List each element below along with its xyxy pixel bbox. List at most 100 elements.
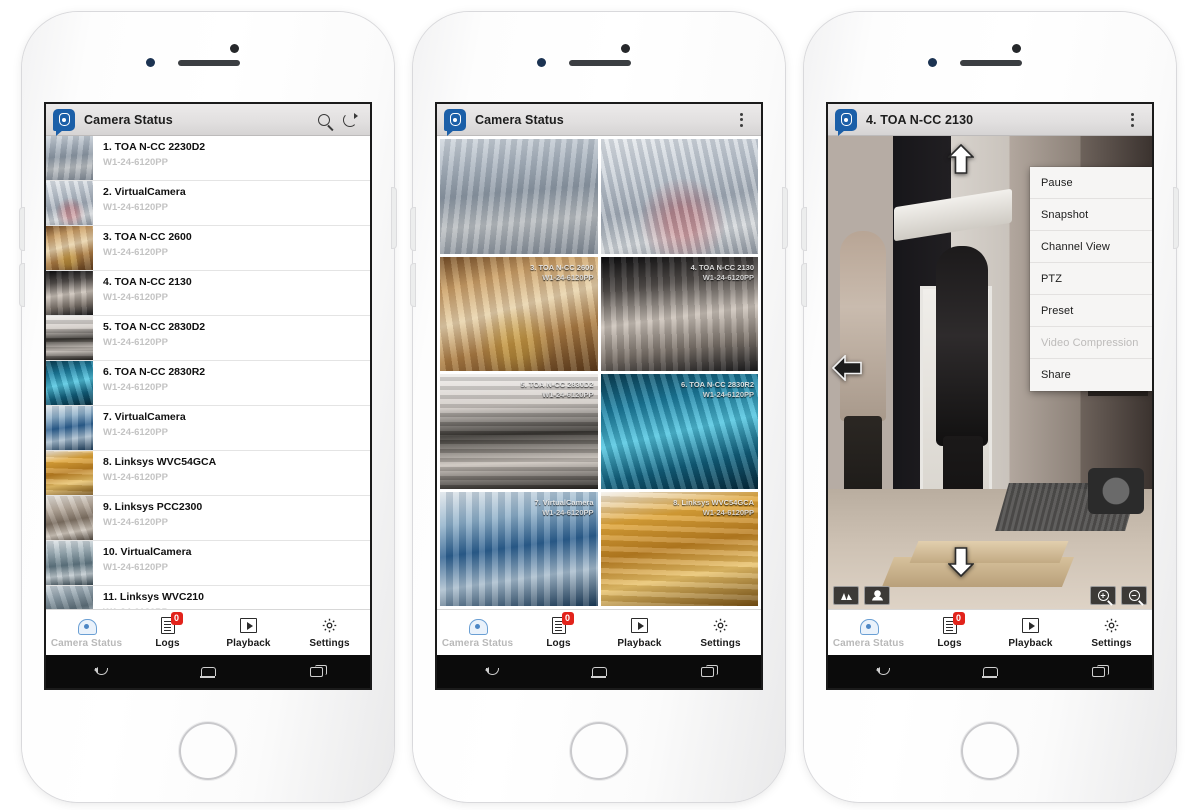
back-nav-icon[interactable] [46,665,154,678]
phone-device-grid: Camera Status 3. TOA N-CC 2600 W1-24-6120… [411,12,787,802]
camera-list-item[interactable]: 11. Linksys WVC210W1-24-6120PP [46,586,370,609]
home-button[interactable] [570,722,628,780]
home-button[interactable] [179,722,237,780]
camera-grid-cell[interactable] [440,139,598,254]
camera-list-item[interactable]: 7. VirtualCamera W1-24-6120PP [46,406,370,451]
tab-logs[interactable]: 0 Logs [127,610,208,655]
camera-name: 2. VirtualCamera [103,186,186,198]
tab-camera-status[interactable]: Camera Status [437,610,518,655]
camera-list-item[interactable]: 10. VirtualCamera W1-24-6120PP [46,541,370,586]
kebab-menu-icon[interactable] [728,107,754,133]
recents-nav-icon[interactable] [653,664,761,677]
camera-list-item[interactable]: 6. TOA N-CC 2830R2 W1-24-6120PP [46,361,370,406]
proximity-sensor [928,58,937,67]
camera-grid-label: 4. TOA N-CC 2130 W1-24-6120PP [691,263,754,283]
camera-grid-cell[interactable]: 5. TOA N-CC 2830D2 W1-24-6120PP [440,374,598,489]
tab-label: Camera Status [441,638,514,649]
volume-down-button[interactable] [802,264,806,306]
tabbar-grid[interactable]: Camera Status 0 Logs Playback Settings [437,609,761,655]
android-navbar-1[interactable] [46,655,370,688]
silent-switch[interactable] [22,12,26,38]
ptz-down-arrow-icon[interactable] [948,547,974,577]
camera-grid-cell[interactable] [600,139,758,254]
ptz-left-arrow-icon[interactable] [832,354,862,381]
menu-item-share[interactable]: Share [1030,359,1152,391]
back-nav-icon[interactable] [437,665,545,678]
camera-thumbnail [46,361,93,405]
camera-list-item[interactable]: 4. TOA N-CC 2130 W1-24-6120PP [46,271,370,316]
overflow-menu[interactable]: Pause Snapshot Channel View PTZ Preset Video … [1030,167,1152,391]
camera-thumbnail [46,451,93,495]
earpiece-speaker [960,60,1022,66]
search-icon[interactable] [311,107,337,133]
camera-grid-cell[interactable]: 6. TOA N-CC 2830R2 W1-24-6120PP [600,374,758,489]
silent-switch[interactable] [804,12,808,38]
camera-grid[interactable]: 3. TOA N-CC 2600 W1-24-6120PP 4. TOA N-CC … [437,136,761,609]
home-nav-icon[interactable] [154,667,262,678]
home-nav-icon[interactable] [936,667,1044,678]
camera-list-item[interactable]: 9. Linksys PCC2300 W1-24-6120PP [46,496,370,541]
tab-settings[interactable]: Settings [680,610,761,655]
tab-camera-status[interactable]: Camera Status [828,610,909,655]
screen-live: 4. TOA N-CC 2130 + – Pause Snapshot Chan… [828,104,1152,688]
volume-down-button[interactable] [20,264,24,306]
camera-list-item[interactable]: 1. TOA N-CC 2230D2 W1-24-6120PP [46,136,370,181]
menu-item-video-compression: Video Compression [1030,327,1152,359]
tab-playback[interactable]: Playback [208,610,289,655]
power-button[interactable] [783,188,787,248]
phone-device-live: 4. TOA N-CC 2130 + – Pause Snapshot Chan… [802,12,1178,802]
camera-name: 8. Linksys WVC54GCA [103,456,217,468]
camera-grid-cell[interactable]: 8. Linksys WVC54GCA W1-24-6120PP [600,491,758,606]
tab-settings[interactable]: Settings [1071,610,1152,655]
camera-subtitle: W1-24-6120PP [103,157,168,168]
menu-item-ptz[interactable]: PTZ [1030,263,1152,295]
menu-item-pause[interactable]: Pause [1030,167,1152,199]
power-button[interactable] [392,188,396,248]
camera-list-item[interactable]: 8. Linksys WVC54GCA W1-24-6120PP [46,451,370,496]
home-button[interactable] [961,722,1019,780]
android-navbar-3[interactable] [828,655,1152,688]
recents-nav-icon[interactable] [262,664,370,677]
zoom-out-icon[interactable] [1121,586,1147,605]
camera-list-item[interactable]: 2. VirtualCamera W1-24-6120PP [46,181,370,226]
camera-name: 11. Linksys WVC210 [103,591,204,603]
volume-up-button[interactable] [20,208,24,250]
tab-settings[interactable]: Settings [289,610,370,655]
tab-logs[interactable]: 0 Logs [909,610,990,655]
power-button[interactable] [1174,188,1178,248]
app-logo-icon [53,108,75,136]
volume-up-button[interactable] [802,208,806,250]
tab-playback[interactable]: Playback [599,610,680,655]
tab-playback[interactable]: Playback [990,610,1071,655]
camera-list-item[interactable]: 3. TOA N-CC 2600 W1-24-6120PP [46,226,370,271]
menu-item-preset[interactable]: Preset [1030,295,1152,327]
camera-thumbnail [46,541,93,585]
snapshot-icon[interactable] [833,586,859,605]
camera-grid-label: 5. TOA N-CC 2830D2 W1-24-6120PP [521,380,594,400]
volume-down-button[interactable] [411,264,415,306]
menu-item-snapshot[interactable]: Snapshot [1030,199,1152,231]
camera-list-item[interactable]: 5. TOA N-CC 2830D2 W1-24-6120PP [46,316,370,361]
tab-camera-status[interactable]: Camera Status [46,610,127,655]
volume-up-button[interactable] [411,208,415,250]
live-video-view[interactable]: PauseSnapshotChannel ViewPTZPresetVideo … [828,136,1152,609]
silent-switch[interactable] [413,12,417,38]
ptz-up-arrow-icon[interactable] [948,144,974,174]
menu-item-channel-view[interactable]: Channel View [1030,231,1152,263]
back-nav-icon[interactable] [828,665,936,678]
zoom-in-icon[interactable] [1090,586,1116,605]
camera-grid-cell[interactable]: 7. VirtualCamera W1-24-6120PP [440,491,598,606]
camera-grid-cell[interactable]: 3. TOA N-CC 2600 W1-24-6120PP [440,256,598,371]
android-navbar-2[interactable] [437,655,761,688]
record-download-icon[interactable] [864,586,890,605]
refresh-icon[interactable] [337,107,363,133]
tabbar-live[interactable]: Camera Status 0 Logs Playback Settings [828,609,1152,655]
tab-logs[interactable]: 0 Logs [518,610,599,655]
home-nav-icon[interactable] [545,667,653,678]
camera-list[interactable]: 1. TOA N-CC 2230D2 W1-24-6120PP 2. Virtual… [46,136,370,609]
camera-grid-cell[interactable]: 4. TOA N-CC 2130 W1-24-6120PP [600,256,758,371]
kebab-menu-icon[interactable] [1119,107,1145,133]
recents-nav-icon[interactable] [1044,664,1152,677]
tabbar-list[interactable]: Camera Status 0 Logs Playback Settings [46,609,370,655]
camera-subtitle: W1-24-6120PP [103,517,168,528]
